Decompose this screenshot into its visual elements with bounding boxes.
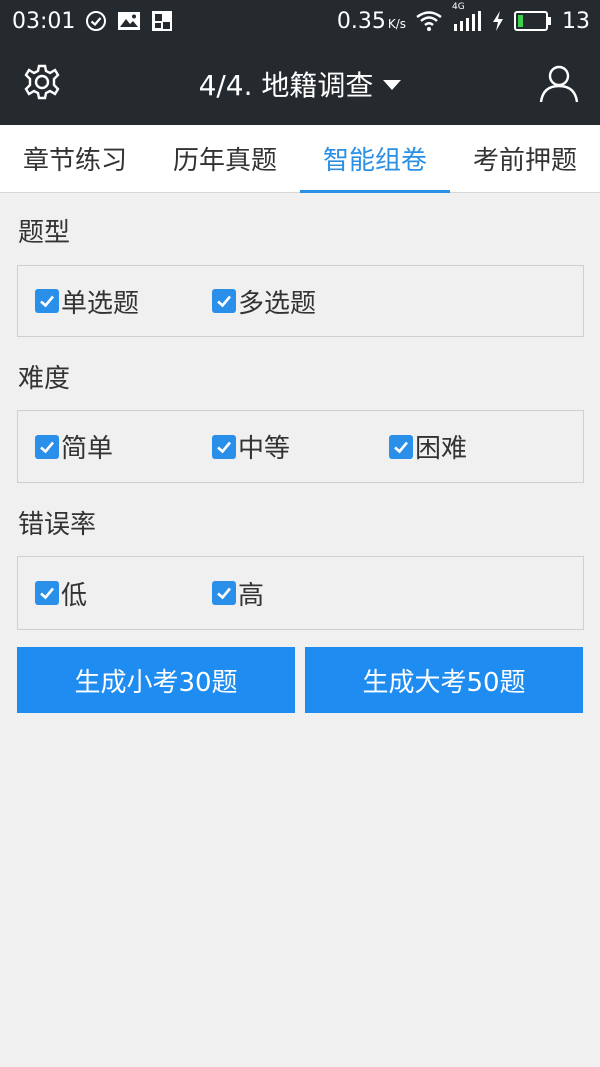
- option-single-choice[interactable]: 单选题: [35, 266, 139, 336]
- check-circle-icon: [85, 10, 107, 32]
- generate-big-exam-button[interactable]: 生成大考50题: [305, 647, 583, 713]
- tab-chapter-practice[interactable]: 章节练习: [0, 125, 150, 192]
- status-bar: 03:01 0.35 K/s 4G 13: [0, 0, 600, 42]
- status-right: 0.35 K/s 4G 13: [337, 2, 590, 34]
- section-label-type: 题型: [18, 218, 71, 248]
- battery-icon: [514, 11, 552, 31]
- chapter-selector[interactable]: 4/4. 地籍调查: [0, 42, 600, 125]
- option-label: 低: [61, 580, 88, 611]
- checkbox-checked-icon: [212, 581, 236, 605]
- option-hard[interactable]: 困难: [389, 411, 467, 482]
- option-low[interactable]: 低: [35, 557, 87, 629]
- user-button[interactable]: [538, 62, 580, 104]
- option-label: 多选题: [238, 288, 317, 319]
- user-icon: [538, 65, 580, 108]
- checkbox-checked-icon: [389, 434, 413, 459]
- option-label: 困难: [415, 434, 468, 464]
- generate-small-exam-button[interactable]: 生成小考30题: [17, 647, 295, 713]
- difficulty-options: 简单 中等 困难: [17, 410, 584, 483]
- type-options: 单选题 多选题: [17, 265, 584, 337]
- tab-bar: 章节练习 历年真题 智能组卷 考前押题: [0, 125, 600, 193]
- tab-label: 章节练习: [22, 146, 127, 176]
- network-speed: 0.35 K/s: [337, 9, 406, 34]
- option-high[interactable]: 高: [212, 557, 264, 629]
- section-label-difficulty: 难度: [18, 364, 71, 394]
- option-label: 单选题: [61, 288, 140, 319]
- option-easy[interactable]: 简单: [35, 411, 113, 482]
- checkbox-checked-icon: [212, 289, 236, 313]
- tab-label: 历年真题: [172, 146, 277, 176]
- speed-value: 0.35: [336, 8, 386, 34]
- battery-level: 13: [562, 8, 590, 34]
- checkbox-checked-icon: [35, 434, 59, 459]
- image-icon: [117, 11, 141, 31]
- speed-unit: K/s: [387, 16, 406, 31]
- status-time: 03:01: [12, 8, 76, 34]
- option-label: 简单: [61, 434, 114, 464]
- tab-label: 考前押题: [472, 146, 577, 176]
- tab-past-exams[interactable]: 历年真题: [150, 125, 300, 192]
- app-header: 4/4. 地籍调查: [0, 42, 600, 125]
- option-medium[interactable]: 中等: [212, 411, 290, 482]
- checkbox-checked-icon: [35, 581, 59, 605]
- wifi-icon: [416, 11, 442, 31]
- app-notification-icon: [151, 10, 173, 32]
- error-rate-options: 低 高: [17, 556, 584, 630]
- option-label: 高: [238, 580, 265, 611]
- option-label: 中等: [238, 434, 291, 464]
- caret-down-icon: [383, 79, 402, 90]
- option-multiple-choice[interactable]: 多选题: [212, 266, 316, 336]
- checkbox-checked-icon: [35, 289, 59, 313]
- tab-smart-paper[interactable]: 智能组卷: [300, 125, 450, 193]
- charging-icon: [492, 11, 504, 31]
- page-title: 4/4. 地籍调查: [198, 68, 374, 102]
- status-left: 03:01: [12, 9, 173, 34]
- tab-pre-exam[interactable]: 考前押题: [450, 125, 600, 192]
- checkbox-checked-icon: [212, 434, 236, 459]
- tab-label: 智能组卷: [322, 146, 427, 176]
- network-type: 4G: [452, 2, 465, 12]
- section-label-error-rate: 错误率: [18, 510, 97, 540]
- signal-icon: 4G: [452, 2, 482, 32]
